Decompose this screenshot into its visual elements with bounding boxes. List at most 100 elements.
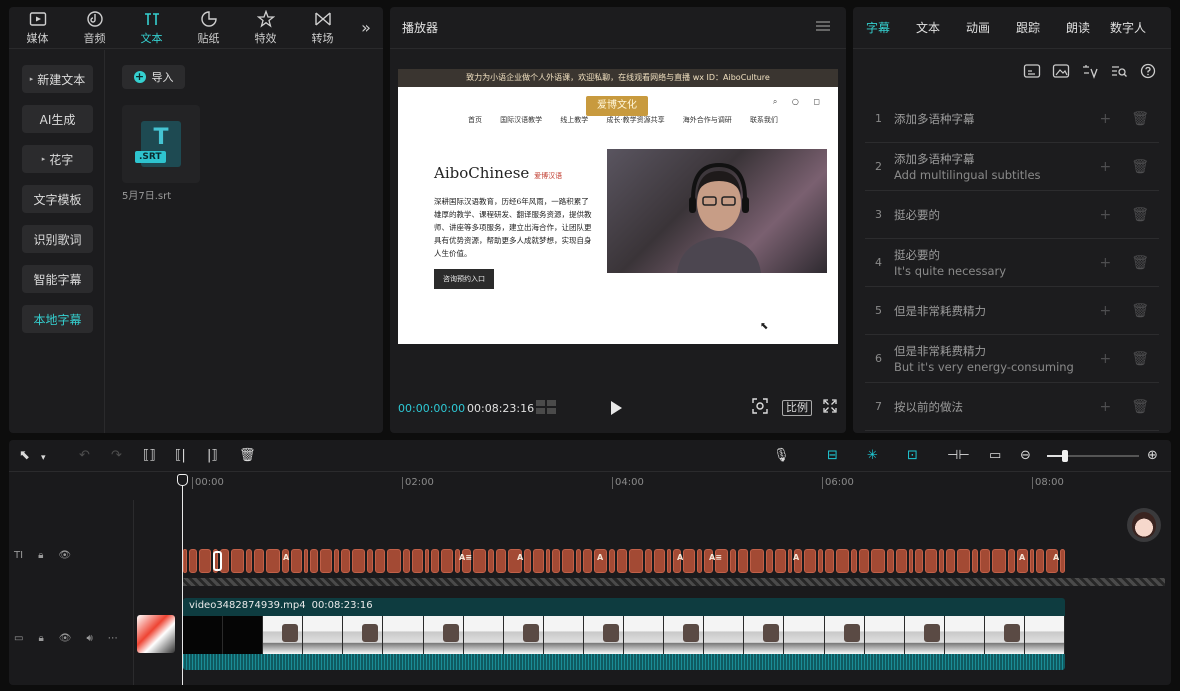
subtitle-clip[interactable] [946,549,955,573]
menu-recognize-lyrics[interactable]: 识别歌词 [22,225,93,253]
thumbnail-toggle-icon[interactable]: ▭ [989,448,1001,464]
linkage-icon[interactable]: ⊡ [907,448,918,464]
subtitle-clip[interactable] [352,549,365,573]
subtitle-clip[interactable] [552,549,560,573]
subtitle-text[interactable]: 添加多语种字幕 Add multilingual subtitles [894,151,1041,183]
subtitle-clip[interactable] [199,549,211,573]
subtitle-clip[interactable] [533,549,544,573]
tab-audio[interactable]: 音频 [66,7,123,48]
delete-icon[interactable]: 🗑 [1131,159,1149,175]
tab-sticker[interactable]: 贴纸 [180,7,237,48]
menu-icon[interactable] [816,21,830,31]
more-icon[interactable]: ⋯ [108,633,118,644]
subtitle-clip[interactable] [992,549,1006,573]
subtitle-clip[interactable] [617,549,627,573]
delete-clip-icon[interactable]: 🗑 [239,448,256,464]
add-icon[interactable]: + [1099,303,1111,319]
search-replace-icon[interactable] [1110,63,1128,79]
subtitle-clip[interactable] [939,549,944,573]
subtitle-clip[interactable] [425,549,429,573]
menu-new-text[interactable]: ▸ 新建文本 [22,65,93,93]
delete-icon[interactable]: 🗑 [1131,351,1149,367]
delete-icon[interactable]: 🗑 [1131,255,1149,271]
tab-subtitles[interactable]: 字幕 [853,19,903,36]
subtitle-clip[interactable] [738,549,748,573]
tab-media[interactable]: 媒体 [9,7,66,48]
menu-text-template[interactable]: 文字模板 [22,185,93,213]
subtitle-text[interactable]: 挺必要的 [894,207,940,223]
add-caption-icon[interactable] [1023,63,1041,79]
subtitle-clip[interactable] [697,549,702,573]
subtitle-clip[interactable] [654,549,665,573]
subtitle-track[interactable]: A A≡ A A A A≡ A A A [183,549,1065,573]
subtitle-clip[interactable] [645,549,652,573]
subtitle-item[interactable]: 6 但是非常耗费精力 But it's very energy-consuming… [865,335,1159,383]
add-icon[interactable]: + [1099,207,1111,223]
tab-transition[interactable]: 转场 [294,7,351,48]
subtitle-clip[interactable] [246,549,252,573]
subtitle-clip[interactable] [403,549,410,573]
subtitle-clip[interactable] [266,549,280,573]
subtitle-clip[interactable] [915,549,923,573]
trim-left-icon[interactable]: ⟦| [175,448,186,464]
eye-icon[interactable]: 👁︎ [59,633,72,644]
fullscreen-icon[interactable] [822,397,838,418]
playhead[interactable] [182,477,183,685]
subtitle-clip[interactable] [496,549,506,573]
volume-icon[interactable]: 🔊︎ [86,633,92,644]
subtitle-clip[interactable] [804,549,816,573]
subtitle-clip[interactable] [683,549,695,573]
tab-animation[interactable]: 动画 [953,19,1003,36]
subtitle-clip[interactable] [1008,549,1015,573]
microphone-icon[interactable]: 🎙 [773,448,790,464]
auto-snap-icon[interactable]: ✳ [867,448,878,464]
add-icon[interactable]: + [1099,255,1111,271]
help-icon[interactable] [1139,63,1157,79]
menu-fancy-text[interactable]: ▸ 花字 [22,145,93,173]
subtitle-item[interactable]: 1 添加多语种字幕 + 🗑 [865,95,1159,143]
subtitle-clip[interactable] [730,549,736,573]
subtitle-clip[interactable] [871,549,885,573]
srt-file-thumbnail[interactable]: T .SRT [122,105,200,183]
subtitle-clip[interactable] [925,549,937,573]
subtitle-clip[interactable] [836,549,849,573]
subtitle-clip[interactable] [431,549,439,573]
delete-icon[interactable]: 🗑 [1131,399,1149,415]
subtitle-clip[interactable] [629,549,643,573]
add-icon[interactable]: + [1099,111,1111,127]
subtitle-clip[interactable] [825,549,834,573]
tab-tracking[interactable]: 跟踪 [1003,19,1053,36]
video-preview[interactable]: 致力为小语企业做个人外语课，欢迎私聊，在线观看网络与直播 wx ID：AiboC… [398,69,838,344]
subtitle-clip[interactable] [766,549,773,573]
more-tabs-icon[interactable]: » [351,7,381,48]
undo-icon[interactable]: ↶ [79,448,90,464]
subtitle-clip[interactable] [441,549,453,573]
subtitle-item[interactable]: 4 挺必要的 It's quite necessary + 🗑 [865,239,1159,287]
subtitle-clip[interactable] [818,549,823,573]
subtitle-clip[interactable] [750,549,764,573]
preview-axis-icon[interactable]: ⊣⊢ [947,448,970,464]
cover-thumbnail[interactable] [137,615,175,653]
subtitle-clip[interactable] [667,549,671,573]
selected-subtitle-clip[interactable] [213,551,222,571]
translate-icon[interactable] [1081,63,1099,79]
subtitle-clip[interactable] [1060,549,1065,573]
add-icon[interactable]: + [1099,399,1111,415]
subtitle-clip[interactable] [562,549,574,573]
subtitle-clip[interactable] [609,549,615,573]
subtitle-clip[interactable] [375,549,385,573]
caption-image-icon[interactable] [1052,63,1070,79]
delete-icon[interactable]: 🗑 [1131,207,1149,223]
subtitle-clip[interactable] [320,549,332,573]
subtitle-clip[interactable] [524,549,531,573]
subtitle-clip[interactable] [1030,549,1034,573]
time-ruler[interactable]: 00:00 02:00 04:00 06:00 08:00 [182,473,1171,493]
chevron-down-icon[interactable]: ▾ [41,450,46,466]
main-track-magnet-icon[interactable]: ⊟ [827,448,838,464]
aspect-ratio-button[interactable]: 比例 [782,400,812,416]
subtitle-text[interactable]: 添加多语种字幕 [894,111,975,127]
subtitle-clip[interactable] [291,549,302,573]
subtitle-clip[interactable] [851,549,857,573]
menu-ai-generate[interactable]: AI生成 [22,105,93,133]
subtitle-item[interactable]: 2 添加多语种字幕 Add multilingual subtitles + 🗑 [865,143,1159,191]
